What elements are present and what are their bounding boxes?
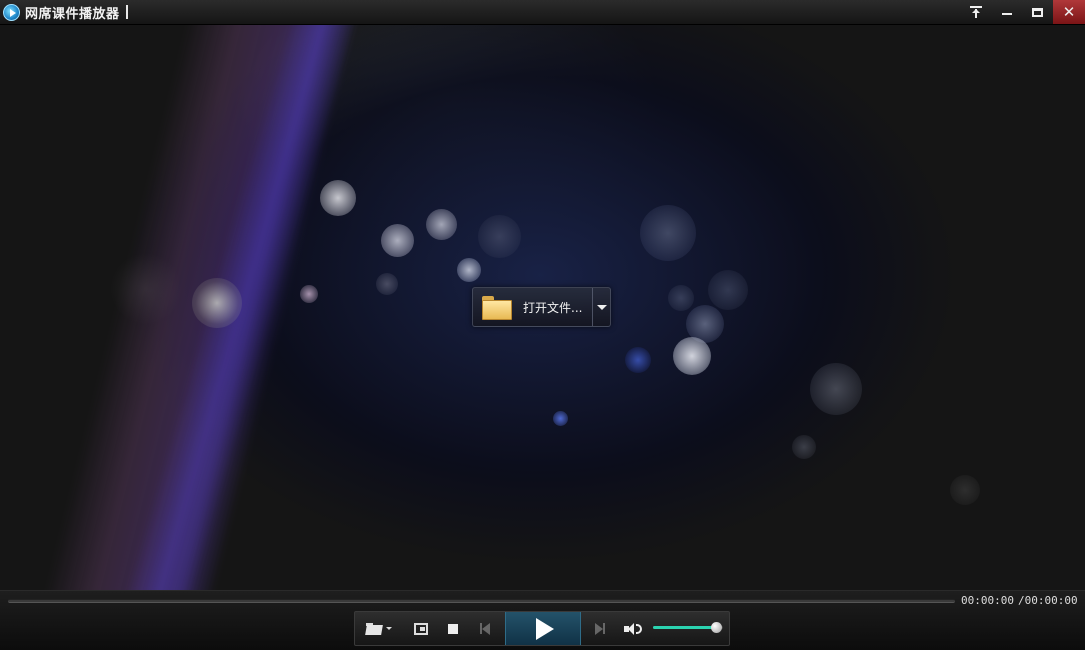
bokeh-light (457, 258, 481, 282)
bokeh-light (110, 253, 182, 325)
speaker-icon (624, 622, 642, 635)
volume-knob[interactable] (711, 622, 722, 633)
volume-level (653, 626, 716, 629)
next-icon (595, 622, 605, 635)
play-icon (536, 617, 554, 640)
bokeh-light (640, 205, 696, 261)
bokeh-light (300, 285, 318, 303)
bokeh-light (381, 224, 414, 257)
next-button[interactable] (590, 612, 610, 645)
total-time: /00:00:00 (1018, 594, 1078, 607)
close-button[interactable]: ✕ (1053, 0, 1085, 24)
close-icon: ✕ (1062, 3, 1076, 21)
stop-button[interactable] (443, 612, 463, 645)
chevron-down-icon (386, 627, 392, 630)
bokeh-light (673, 337, 711, 375)
bokeh-light (810, 363, 862, 415)
mute-button[interactable] (621, 612, 645, 645)
previous-button[interactable] (475, 612, 495, 645)
playlist-icon (414, 622, 428, 635)
bokeh-light (478, 215, 521, 258)
pin-top-icon (969, 6, 982, 18)
current-time: 00:00:00 (961, 594, 1014, 607)
bokeh-light (426, 209, 457, 240)
window-title: 网席课件播放器 (25, 6, 120, 22)
title-caret (125, 5, 128, 19)
open-file-widget: 打开文件... (472, 287, 611, 327)
bokeh-light (553, 411, 568, 426)
maximize-button[interactable] (1022, 0, 1053, 24)
bokeh-light (792, 435, 816, 459)
bokeh-light (192, 278, 242, 328)
stop-icon (448, 623, 458, 634)
folder-icon (482, 296, 512, 320)
minimize-button[interactable] (991, 0, 1022, 24)
pin-on-top-button[interactable] (960, 0, 991, 24)
bokeh-light (625, 347, 651, 373)
previous-icon (480, 622, 490, 635)
control-panel: 00:00:00 /00:00:00 (0, 590, 1085, 650)
app-logo-icon (3, 3, 20, 21)
seek-bar[interactable] (8, 599, 955, 603)
video-stage[interactable]: 打开文件... (0, 25, 1085, 590)
bokeh-light (950, 475, 980, 505)
play-button[interactable] (505, 612, 581, 645)
playlist-button[interactable] (410, 612, 432, 645)
open-file-label: 打开文件... (523, 300, 583, 315)
title-bar: 网席课件播放器 ✕ (0, 0, 1085, 25)
playback-toolbar (354, 611, 730, 646)
bokeh-light (668, 285, 694, 311)
maximize-icon (1032, 7, 1043, 17)
open-folder-icon (366, 622, 382, 635)
bokeh-light (708, 270, 748, 310)
minimize-icon (1001, 13, 1012, 15)
open-menu-button[interactable] (361, 612, 397, 645)
chevron-down-icon (596, 304, 607, 310)
bokeh-light (320, 180, 356, 216)
volume-slider[interactable] (653, 622, 723, 633)
bokeh-light (376, 273, 398, 295)
window-controls: ✕ (960, 0, 1085, 25)
open-file-button[interactable]: 打开文件... (473, 288, 592, 326)
open-file-dropdown-button[interactable] (592, 288, 610, 326)
